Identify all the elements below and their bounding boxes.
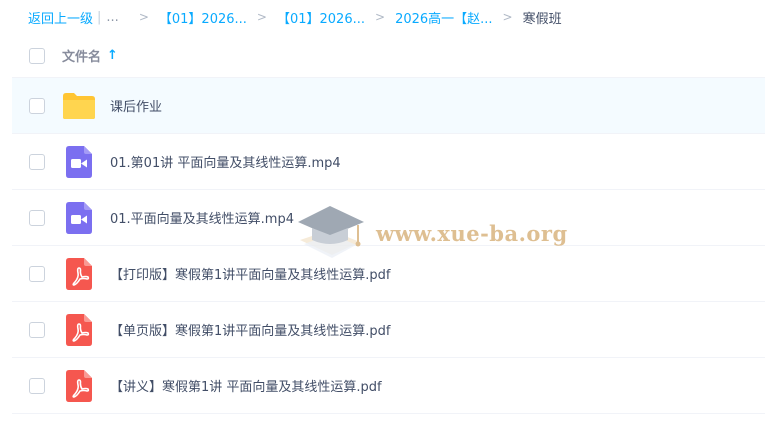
select-all-checkbox[interactable] [29, 47, 45, 64]
list-item[interactable]: 课后作业 [12, 78, 765, 134]
pdf-file-icon [62, 257, 96, 291]
breadcrumb-separator: > [256, 10, 267, 24]
video-file-icon [62, 201, 96, 235]
row-checkbox[interactable] [29, 377, 45, 394]
list-item[interactable]: 01.平面向量及其线性运算.mp4 [12, 190, 765, 246]
file-list: 课后作业 01.第01讲 平面向量及其线性运算.mp4 01.平面向量及其线性运… [12, 78, 765, 414]
list-header: 文件名 ↑ [12, 34, 765, 78]
breadcrumb-current: 寒假班 [522, 11, 562, 27]
file-name[interactable]: 【讲义】寒假第1讲 平面向量及其线性运算.pdf [110, 376, 382, 395]
file-browser: 返回上一级 | ... > 【01】2026... > 【01】2026... … [0, 0, 765, 441]
breadcrumb-item[interactable]: 【01】2026... [159, 8, 247, 27]
row-checkbox[interactable] [29, 153, 45, 170]
list-item[interactable]: 【讲义】寒假第1讲 平面向量及其线性运算.pdf [12, 358, 765, 414]
breadcrumb-divider: | [97, 9, 102, 25]
list-item[interactable]: 【单页版】寒假第1讲平面向量及其线性运算.pdf [12, 302, 765, 358]
pdf-file-icon [62, 313, 96, 347]
breadcrumb-separator: > [502, 10, 513, 24]
row-checkbox[interactable] [29, 321, 45, 338]
breadcrumb: 返回上一级 | ... > 【01】2026... > 【01】2026... … [28, 0, 562, 34]
breadcrumb-item[interactable]: 【01】2026... [277, 8, 365, 27]
row-checkbox[interactable] [29, 209, 45, 226]
file-name[interactable]: 【单页版】寒假第1讲平面向量及其线性运算.pdf [110, 320, 390, 339]
file-name[interactable]: 【打印版】寒假第1讲平面向量及其线性运算.pdf [110, 264, 390, 283]
file-name[interactable]: 01.平面向量及其线性运算.mp4 [110, 208, 294, 227]
video-file-icon [62, 145, 96, 179]
list-item[interactable]: 01.第01讲 平面向量及其线性运算.mp4 [12, 134, 765, 190]
breadcrumb-item[interactable]: 2026高一【赵... [395, 8, 492, 27]
back-link[interactable]: 返回上一级 [28, 8, 93, 27]
sort-by-name-header[interactable]: 文件名 [62, 46, 101, 65]
breadcrumb-ellipsis[interactable]: ... [106, 10, 118, 25]
file-name[interactable]: 课后作业 [110, 96, 162, 115]
breadcrumb-separator: > [375, 10, 386, 24]
file-name[interactable]: 01.第01讲 平面向量及其线性运算.mp4 [110, 152, 341, 171]
list-item[interactable]: 【打印版】寒假第1讲平面向量及其线性运算.pdf [12, 246, 765, 302]
pdf-file-icon [62, 369, 96, 403]
sort-ascending-icon[interactable]: ↑ [107, 48, 118, 63]
row-checkbox[interactable] [29, 265, 45, 282]
breadcrumb-separator: > [138, 10, 149, 24]
row-checkbox[interactable] [29, 97, 45, 114]
folder-icon [62, 89, 96, 123]
